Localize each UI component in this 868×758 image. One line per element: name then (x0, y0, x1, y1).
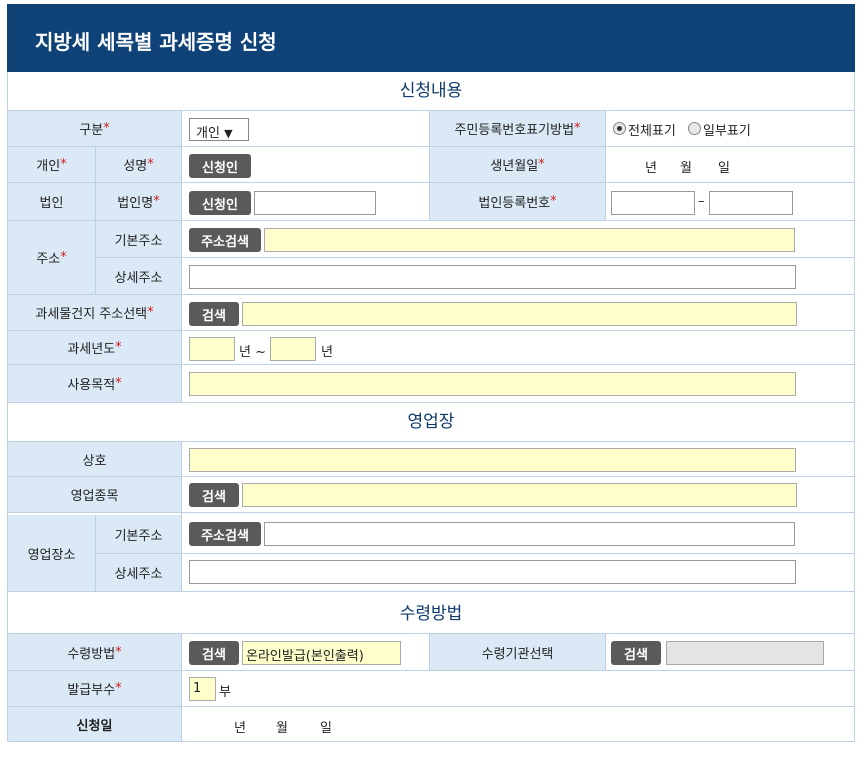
chevron-down-icon: ▼ (224, 127, 233, 140)
taxable-address-input[interactable] (242, 302, 797, 326)
application-year-unit: 년 (234, 721, 246, 736)
section-title-business: 영업장 (8, 403, 854, 441)
birth-month-unit: 월 (680, 161, 692, 176)
application-month-unit: 월 (276, 721, 288, 736)
section-title-receipt: 수령방법 (8, 595, 854, 633)
id-display-method-label: 주민등록번호표기방법 * (430, 111, 605, 146)
corp-reg-no-label: 법인등록번호 * (430, 183, 605, 220)
biz-detail-address-input[interactable] (189, 560, 796, 584)
copies-input[interactable]: 1 (189, 677, 216, 701)
address-search-button[interactable]: 주소검색 (189, 228, 261, 252)
basic-address-input[interactable] (264, 228, 795, 252)
corp-reg-no-separator: – (698, 194, 705, 209)
category-label: 구분 * (8, 111, 181, 146)
receipt-method-search-button[interactable]: 검색 (189, 641, 239, 665)
purpose-label: 사용목적 * (8, 365, 181, 402)
business-type-search-button[interactable]: 검색 (189, 483, 239, 507)
biz-detail-address-label: 상세주소 (96, 554, 181, 591)
biz-basic-address-input[interactable] (264, 522, 795, 546)
business-address-label: 영업장소 (8, 515, 95, 591)
corp-reg-no-input-1[interactable] (611, 191, 695, 215)
receipt-agency-search-button[interactable]: 검색 (611, 641, 661, 665)
detail-address-label: 상세주소 (96, 258, 181, 294)
applicant-button[interactable]: 신청인 (189, 154, 251, 178)
radio-full-display[interactable] (613, 122, 626, 135)
tax-year-from-unit: 년 ~ (239, 345, 266, 360)
radio-partial-display-label[interactable]: 일부표기 (703, 120, 751, 139)
business-type-label: 영업종목 (8, 477, 181, 512)
corp-name-label: 법인명 * (96, 183, 181, 220)
receipt-agency-input[interactable] (666, 641, 824, 665)
radio-full-display-label[interactable]: 전체표기 (628, 120, 676, 139)
taxable-address-search-button[interactable]: 검색 (189, 302, 239, 326)
category-select[interactable]: 개인 ▼ (189, 118, 249, 141)
taxable-address-select-label: 과세물건지 주소선택 * (8, 295, 181, 330)
radio-partial-display[interactable] (688, 122, 701, 135)
detail-address-input[interactable] (189, 265, 796, 289)
application-day-unit: 일 (320, 721, 332, 736)
tax-year-label: 과세년도 * (8, 331, 181, 364)
trade-name-label: 상호 (8, 442, 181, 476)
birth-year-unit: 년 (645, 161, 657, 176)
receipt-method-input[interactable]: 온라인발급(본인출력) (242, 641, 401, 665)
application-form: 신청내용 구분 * 개인 ▼ 주민등록번호표기방법 * 전체표기 일부표기 개인 * … (7, 72, 855, 742)
receipt-method-label: 수령방법 * (8, 634, 181, 670)
corp-applicant-button[interactable]: 신청인 (189, 191, 251, 215)
receipt-agency-select-label: 수령기관선택 (430, 634, 605, 670)
section-title-application: 신청내용 (8, 72, 854, 110)
application-date-label: 신청일 (8, 707, 181, 741)
business-type-input[interactable] (242, 483, 797, 507)
biz-address-search-button[interactable]: 주소검색 (189, 522, 261, 546)
tax-year-to-unit: 년 (321, 345, 333, 360)
tax-year-to-input[interactable] (270, 337, 316, 361)
copies-label: 발급부수 * (8, 671, 181, 706)
corp-name-input[interactable] (254, 191, 376, 215)
trade-name-input[interactable] (189, 448, 796, 472)
name-label: 성명 * (96, 147, 181, 182)
copies-unit: 부 (219, 685, 231, 700)
corporation-label: 법인 (8, 183, 95, 220)
birth-day-unit: 일 (718, 161, 730, 176)
biz-basic-address-label: 기본주소 (96, 515, 181, 553)
corp-reg-no-input-2[interactable] (709, 191, 793, 215)
basic-address-label: 기본주소 (96, 221, 181, 257)
individual-label: 개인 * (8, 147, 95, 182)
purpose-input[interactable] (189, 372, 796, 396)
address-label: 주소 * (8, 221, 95, 294)
tax-year-from-input[interactable] (189, 337, 235, 361)
page-title: 지방세 세목별 과세증명 신청 (7, 4, 855, 72)
birth-date-label: 생년월일 * (430, 147, 605, 182)
